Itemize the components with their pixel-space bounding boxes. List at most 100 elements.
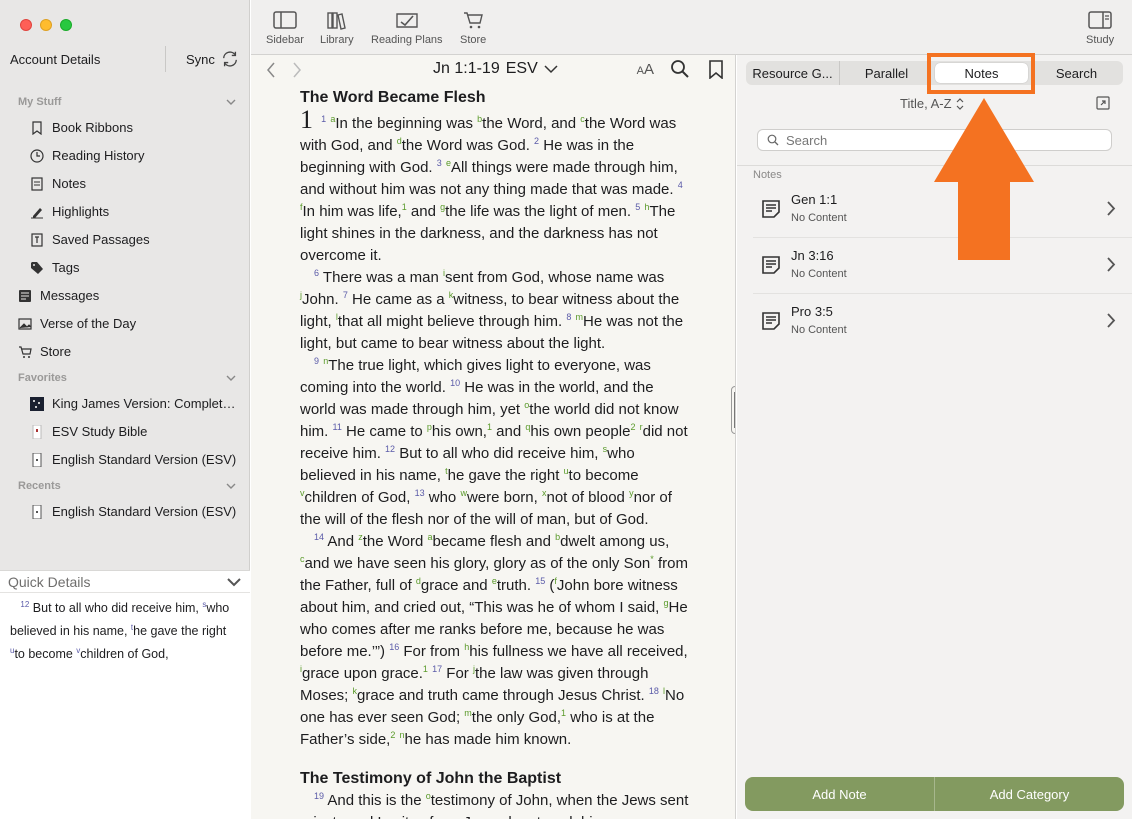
quick-details-panel: Quick Details 12 But to all who did rece… bbox=[0, 570, 250, 819]
sidebar-item-saved-passages[interactable]: Saved Passages bbox=[30, 232, 150, 247]
sidebar-item-label: Book Ribbons bbox=[52, 120, 133, 135]
section-title: Favorites bbox=[18, 372, 67, 384]
account-details-link[interactable]: Account Details bbox=[10, 52, 100, 67]
library-icon bbox=[327, 12, 346, 30]
note-row[interactable]: Pro 3:5 No Content bbox=[737, 294, 1132, 350]
chevron-right-icon bbox=[1107, 257, 1116, 272]
sidebar-item-reading-history[interactable]: Reading History bbox=[30, 148, 145, 163]
quick-details-header[interactable]: Quick Details bbox=[0, 571, 250, 593]
sidebar-item-notes[interactable]: Notes bbox=[30, 176, 86, 191]
version-label: ESV bbox=[505, 60, 538, 77]
note-icon bbox=[762, 256, 780, 274]
toolbar-label: Sidebar bbox=[266, 34, 304, 46]
font-size-button[interactable]: AA bbox=[637, 61, 654, 78]
chevron-right-icon bbox=[1107, 201, 1116, 216]
paragraph: 9 nThe true light, which gives light to … bbox=[300, 356, 688, 529]
sidebar-item-label: Verse of the Day bbox=[40, 316, 137, 331]
reader-tools: AA bbox=[637, 59, 726, 79]
sidebar-item-label: Saved Passages bbox=[52, 232, 150, 247]
bookmark-icon[interactable] bbox=[706, 59, 726, 79]
divider bbox=[165, 46, 166, 72]
sync-button[interactable]: Sync bbox=[186, 50, 239, 68]
section-header-recents[interactable]: Recents bbox=[18, 480, 236, 492]
chevron-down-icon bbox=[226, 483, 236, 489]
search-icon[interactable] bbox=[670, 59, 690, 79]
passage-text: The Word Became Flesh 1 1 aIn the beginn… bbox=[300, 87, 690, 819]
paragraph: 14 And zthe Word abecame flesh and bdwel… bbox=[300, 532, 688, 749]
study-panel-icon bbox=[1088, 11, 1112, 29]
bookmark-icon bbox=[30, 120, 44, 135]
chevron-down-icon bbox=[544, 64, 558, 73]
sidebar-item-tags[interactable]: Tags bbox=[30, 260, 79, 275]
image-icon bbox=[18, 317, 32, 331]
note-icon bbox=[762, 200, 780, 218]
window-controls bbox=[20, 19, 72, 31]
cart-icon bbox=[18, 345, 32, 359]
note-icon bbox=[762, 312, 780, 330]
history-navigation bbox=[265, 61, 303, 79]
sidebar-item-label: Store bbox=[40, 344, 72, 359]
section-header-favorites[interactable]: Favorites bbox=[18, 372, 236, 384]
toolbar-label: Store bbox=[460, 34, 487, 46]
sidebar-item-label: ESV Study Bible bbox=[52, 424, 148, 439]
toolbar-label: Study bbox=[1086, 34, 1115, 46]
note-subtitle: No Content bbox=[791, 268, 847, 280]
book-cover-icon bbox=[30, 504, 44, 519]
sidebar-item-esv[interactable]: English Standard Version (ESV) bbox=[30, 452, 236, 467]
sidebar-item-esv-study-bible[interactable]: ESV Study Bible bbox=[30, 424, 147, 439]
library-button[interactable]: Library bbox=[320, 10, 354, 46]
clock-icon bbox=[30, 148, 44, 163]
sidebar-item-label: Messages bbox=[40, 288, 100, 303]
add-category-button[interactable]: Add Category bbox=[935, 777, 1124, 811]
sidebar-item-highlights[interactable]: Highlights bbox=[30, 204, 109, 219]
sidebar-item-kjv[interactable]: King James Version: Complet… bbox=[30, 396, 236, 411]
pane-resize-handle[interactable] bbox=[731, 386, 735, 434]
open-external-icon[interactable] bbox=[1096, 96, 1110, 110]
highlighter-icon bbox=[30, 205, 44, 219]
search-icon bbox=[767, 134, 779, 146]
tab-parallel[interactable]: Parallel bbox=[840, 61, 933, 85]
sidebar-item-verse-of-the-day[interactable]: Verse of the Day bbox=[18, 316, 136, 331]
sidebar-item-store[interactable]: Store bbox=[18, 344, 71, 359]
sidebar-item-label: Notes bbox=[52, 176, 86, 191]
sidebar-item-label: Reading History bbox=[52, 148, 145, 163]
highlight-box bbox=[927, 53, 1035, 94]
chevron-down-icon bbox=[226, 375, 236, 381]
bible-reader: Jn 1:1-19 ESV AA The Word Became Flesh 1… bbox=[251, 55, 736, 819]
section-header-my-stuff[interactable]: My Stuff bbox=[18, 96, 236, 108]
callout-arrow-icon bbox=[934, 98, 1034, 260]
book-cover-icon bbox=[30, 452, 44, 467]
note-subtitle: No Content bbox=[791, 324, 847, 336]
sidebar-item-recent-esv[interactable]: English Standard Version (ESV) bbox=[30, 504, 236, 519]
toolbar: Sidebar Library Reading Plans Store Stud… bbox=[251, 0, 1132, 55]
zoom-window-button[interactable] bbox=[60, 19, 72, 31]
minimize-window-button[interactable] bbox=[40, 19, 52, 31]
reader-header: Jn 1:1-19 ESV AA bbox=[251, 55, 735, 87]
book-cover-icon bbox=[30, 424, 44, 439]
sidebar: Account Details Sync My Stuff Book Ribbo… bbox=[0, 0, 250, 819]
add-note-button[interactable]: Add Note bbox=[745, 777, 935, 811]
tab-search[interactable]: Search bbox=[1030, 61, 1123, 85]
note-subtitle: No Content bbox=[791, 212, 847, 224]
tab-resource-guide[interactable]: Resource G... bbox=[746, 61, 840, 85]
sidebar-item-label: English Standard Version (ESV) bbox=[52, 452, 237, 467]
toolbar-label: Library bbox=[320, 34, 354, 46]
section-title: Recents bbox=[18, 480, 61, 492]
reading-plans-button[interactable]: Reading Plans bbox=[371, 10, 443, 46]
book-cover-icon bbox=[30, 396, 44, 411]
messages-icon bbox=[18, 289, 32, 303]
sidebar-item-book-ribbons[interactable]: Book Ribbons bbox=[30, 120, 133, 135]
sidebar-item-label: King James Version: Complet… bbox=[52, 396, 236, 411]
back-arrow-icon[interactable] bbox=[265, 61, 277, 79]
close-window-button[interactable] bbox=[20, 19, 32, 31]
reference-selector[interactable]: Jn 1:1-19 ESV bbox=[433, 60, 558, 78]
paragraph: 1 1 aIn the beginning was bthe Word, and… bbox=[300, 105, 683, 265]
search-placeholder: Search bbox=[786, 132, 828, 148]
chevron-down-icon bbox=[227, 577, 241, 586]
sidebar-item-messages[interactable]: Messages bbox=[18, 288, 99, 303]
study-button[interactable]: Study bbox=[1086, 10, 1114, 46]
forward-arrow-icon[interactable] bbox=[291, 61, 303, 79]
store-button[interactable]: Store bbox=[460, 10, 486, 46]
sidebar-item-label: English Standard Version (ESV) bbox=[52, 504, 237, 519]
sidebar-toggle-button[interactable]: Sidebar bbox=[266, 10, 304, 46]
